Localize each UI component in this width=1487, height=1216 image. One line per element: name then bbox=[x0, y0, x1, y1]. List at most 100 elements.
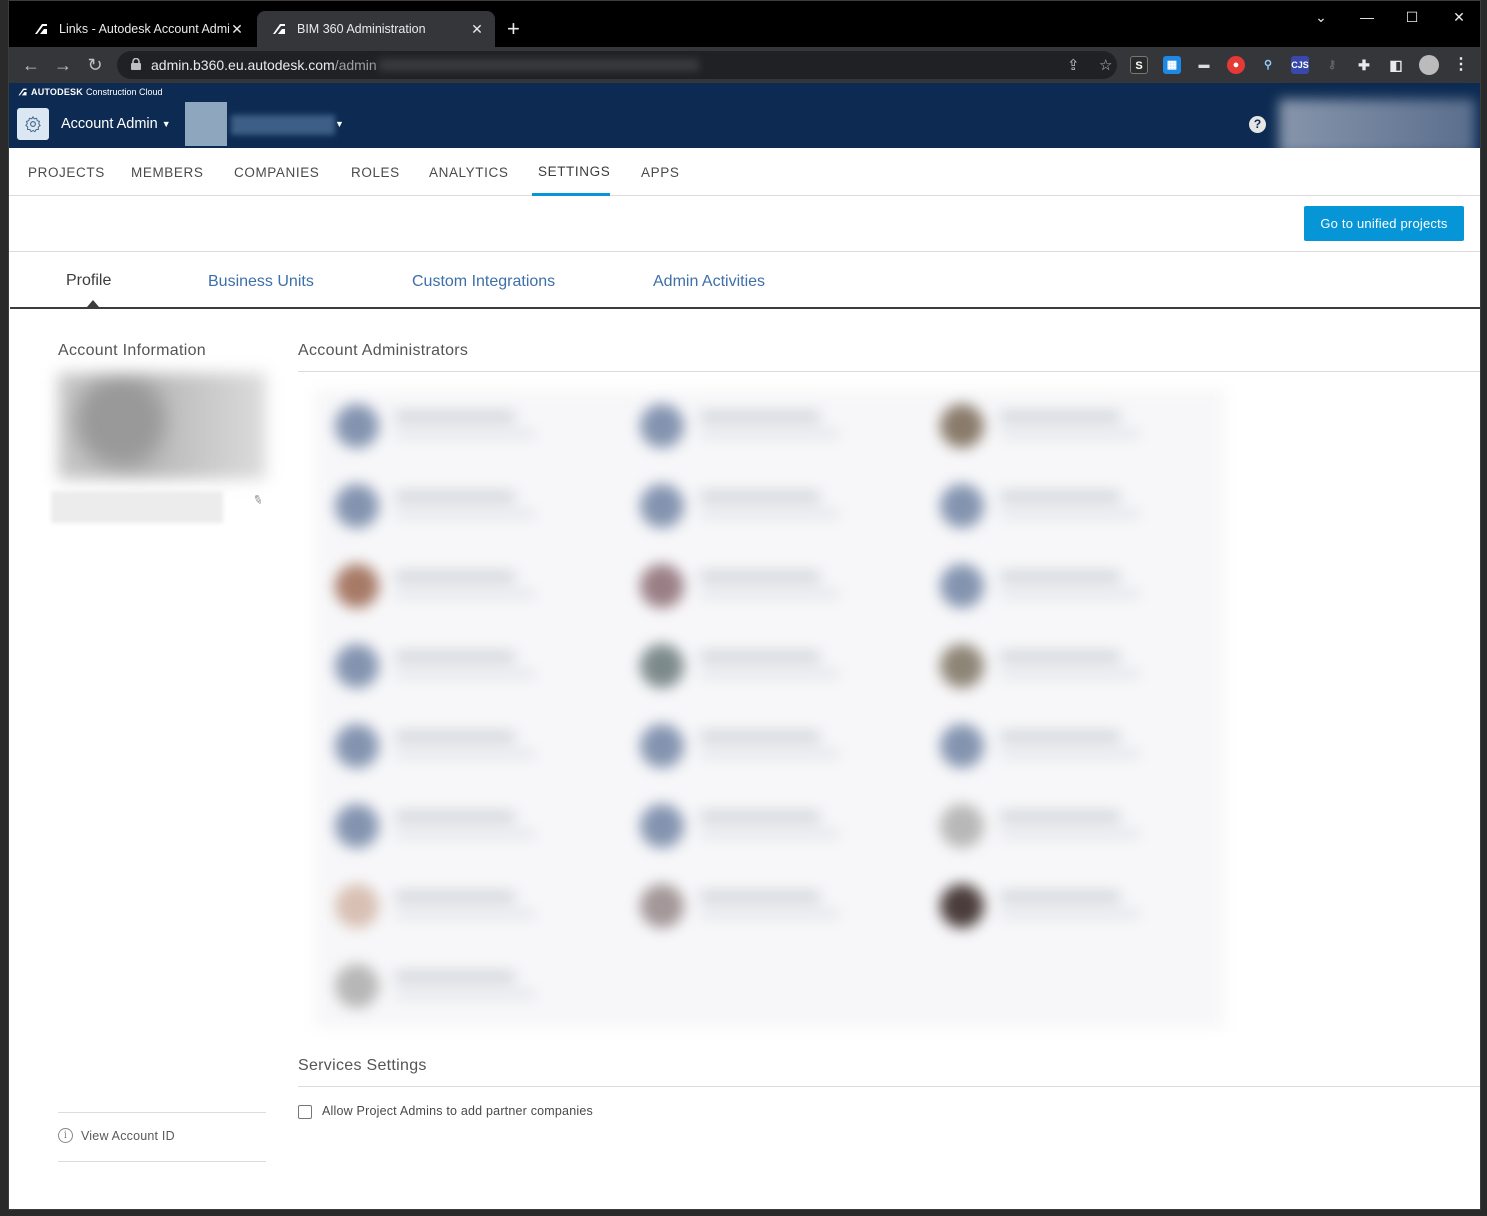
admin-card bbox=[920, 470, 1210, 542]
address-bar[interactable]: admin.b360.eu.autodesk.com/admin ⇪ ☆ bbox=[117, 51, 1117, 79]
nav-projects[interactable]: PROJECTS bbox=[28, 165, 105, 180]
administrators-grid-redacted bbox=[315, 390, 1225, 1028]
module-switcher-button[interactable] bbox=[17, 108, 49, 140]
autodesk-favicon-icon bbox=[271, 21, 287, 37]
module-dropdown[interactable]: Account Admin ▼ bbox=[61, 116, 171, 132]
tab-business-units[interactable]: Business Units bbox=[208, 273, 314, 291]
url-text: admin.b360.eu.autodesk.com/admin bbox=[151, 57, 377, 73]
autodesk-favicon-icon bbox=[33, 21, 49, 37]
allow-partner-companies-checkbox[interactable] bbox=[298, 1105, 312, 1119]
active-tab-pointer bbox=[87, 300, 99, 307]
action-bar: Go to unified projects bbox=[9, 196, 1480, 252]
nav-analytics[interactable]: ANALYTICS bbox=[429, 165, 508, 180]
admin-card bbox=[920, 710, 1210, 782]
side-panel-icon[interactable]: ◧ bbox=[1387, 56, 1405, 74]
tab-profile[interactable]: Profile bbox=[66, 272, 111, 290]
admin-card bbox=[620, 470, 910, 542]
settings-sub-tabs: Profile Business Units Custom Integratio… bbox=[10, 252, 1480, 309]
profile-avatar-icon[interactable] bbox=[1419, 55, 1439, 75]
admin-card bbox=[315, 550, 605, 622]
admin-card bbox=[620, 870, 910, 942]
admin-card bbox=[620, 710, 910, 782]
caret-down-icon: ▼ bbox=[161, 119, 171, 130]
extension-key-icon[interactable]: ⚷ bbox=[1323, 56, 1341, 74]
account-avatar bbox=[185, 102, 227, 146]
reload-icon[interactable]: ↻ bbox=[83, 53, 107, 77]
admin-card bbox=[315, 710, 605, 782]
window-close-icon[interactable]: ✕ bbox=[1449, 9, 1469, 26]
app-header: AUTODESK Construction Cloud Account Admin… bbox=[9, 83, 1480, 155]
divider bbox=[58, 1112, 266, 1113]
url-redacted bbox=[379, 59, 699, 71]
nav-members[interactable]: MEMBERS bbox=[131, 165, 203, 180]
maximize-icon[interactable]: ☐ bbox=[1402, 9, 1422, 26]
back-arrow-icon[interactable]: ← bbox=[19, 53, 43, 77]
help-icon[interactable]: ? bbox=[1249, 116, 1266, 133]
share-icon[interactable]: ⇪ bbox=[1067, 56, 1080, 74]
autodesk-logo: AUTODESK Construction Cloud bbox=[17, 87, 163, 97]
admin-card bbox=[920, 550, 1210, 622]
new-tab-button[interactable]: + bbox=[507, 16, 520, 42]
tab-strip: Links - Autodesk Account Admin ✕ BIM 360… bbox=[9, 1, 1480, 47]
admin-card bbox=[315, 390, 605, 462]
divider bbox=[298, 1086, 1480, 1087]
admin-card bbox=[315, 790, 605, 862]
nav-apps[interactable]: APPS bbox=[641, 165, 679, 180]
nav-settings[interactable]: SETTINGS bbox=[538, 164, 610, 179]
divider bbox=[58, 1161, 266, 1162]
browser-tab-links[interactable]: Links - Autodesk Account Admin ✕ bbox=[19, 11, 255, 47]
extension-magnifier-icon[interactable]: ⚲ bbox=[1259, 56, 1277, 74]
extensions-puzzle-icon[interactable]: ✚ bbox=[1355, 56, 1373, 74]
tab-title: BIM 360 Administration bbox=[297, 22, 426, 36]
admin-card bbox=[620, 790, 910, 862]
extension-css-icon[interactable]: ▦ bbox=[1163, 56, 1181, 74]
admin-card bbox=[620, 550, 910, 622]
account-information-title: Account Information bbox=[58, 342, 206, 359]
admin-card bbox=[920, 790, 1210, 862]
tab-search-icon[interactable]: ⌄ bbox=[1311, 9, 1331, 26]
tab-custom-integrations[interactable]: Custom Integrations bbox=[412, 273, 555, 291]
extension-tape-icon[interactable]: ▬ bbox=[1195, 56, 1213, 74]
services-settings-title: Services Settings bbox=[298, 1057, 427, 1074]
minimize-icon[interactable]: — bbox=[1357, 9, 1377, 25]
allow-partner-companies-label: Allow Project Admins to add partner comp… bbox=[322, 1104, 593, 1118]
browser-menu-icon[interactable]: ⋮ bbox=[1452, 56, 1470, 74]
extension-s-icon[interactable]: S bbox=[1130, 56, 1148, 74]
page-content: AUTODESK Construction Cloud Account Admin… bbox=[9, 83, 1480, 1209]
tab-close-icon[interactable]: ✕ bbox=[229, 21, 245, 38]
admin-card bbox=[920, 870, 1210, 942]
admin-card bbox=[315, 630, 605, 702]
main-nav: PROJECTS MEMBERS COMPANIES ROLES ANALYTI… bbox=[9, 148, 1480, 196]
extension-red-icon[interactable]: ● bbox=[1227, 56, 1245, 74]
admin-card bbox=[920, 630, 1210, 702]
forward-arrow-icon[interactable]: → bbox=[51, 53, 75, 77]
gear-icon bbox=[25, 115, 41, 133]
admin-card bbox=[920, 390, 1210, 462]
browser-toolbar: ← → ↻ admin.b360.eu.autodesk.com/admin ⇪… bbox=[9, 47, 1480, 83]
admin-card bbox=[315, 950, 605, 1022]
view-account-id-link[interactable]: i View Account ID bbox=[58, 1128, 175, 1143]
lock-icon bbox=[131, 58, 141, 70]
tab-title: Links - Autodesk Account Admin bbox=[59, 22, 229, 36]
account-logo-redacted bbox=[58, 373, 266, 479]
autodesk-logo-icon bbox=[18, 88, 27, 96]
admin-card bbox=[620, 390, 910, 462]
nav-roles[interactable]: ROLES bbox=[351, 165, 400, 180]
browser-window: Links - Autodesk Account Admin ✕ BIM 360… bbox=[8, 0, 1481, 1210]
go-to-unified-projects-button[interactable]: Go to unified projects bbox=[1304, 206, 1464, 241]
account-name-field-redacted bbox=[51, 491, 223, 523]
account-name-redacted[interactable] bbox=[231, 115, 335, 135]
admin-card bbox=[315, 870, 605, 942]
nav-companies[interactable]: COMPANIES bbox=[234, 165, 319, 180]
extension-cjs-icon[interactable]: CJS bbox=[1291, 56, 1309, 74]
tab-admin-activities[interactable]: Admin Activities bbox=[653, 273, 765, 291]
edit-pencil-icon[interactable]: ✎ bbox=[251, 492, 265, 509]
bookmark-star-icon[interactable]: ☆ bbox=[1099, 56, 1112, 74]
account-caret-down-icon[interactable]: ▼ bbox=[335, 119, 344, 129]
info-icon: i bbox=[58, 1128, 73, 1143]
divider bbox=[298, 371, 1480, 372]
browser-tab-bim360[interactable]: BIM 360 Administration ✕ bbox=[257, 11, 495, 47]
account-administrators-title: Account Administrators bbox=[298, 342, 469, 359]
tab-close-icon[interactable]: ✕ bbox=[469, 21, 485, 38]
user-menu-redacted[interactable] bbox=[1279, 99, 1475, 155]
